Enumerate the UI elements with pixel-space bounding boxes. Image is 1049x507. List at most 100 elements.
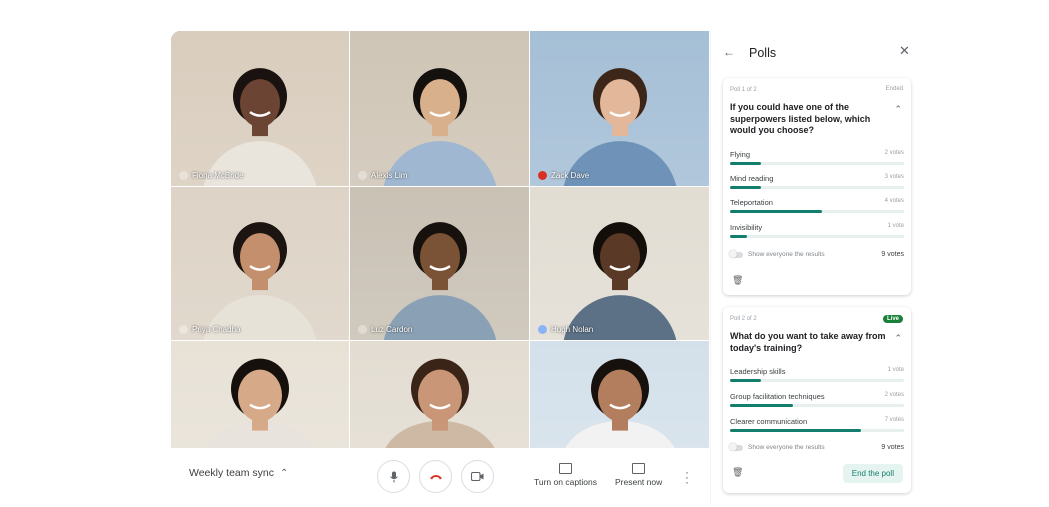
poll-option: Teleportation 4 votes (730, 198, 904, 213)
poll-question: If you could have one of the superpowers… (730, 102, 871, 135)
poll-option-count: 3 votes (884, 174, 904, 180)
back-arrow-icon[interactable]: ← (723, 45, 735, 59)
poll-status-badge: Ended (885, 86, 903, 92)
result-bar-fill (730, 429, 861, 432)
result-bar-fill (730, 379, 762, 382)
participant-tile[interactable]: Luz Cardon (350, 187, 530, 341)
result-bar-fill (730, 235, 748, 238)
delete-icon[interactable]: 🗑 (732, 275, 743, 286)
participant-tile[interactable]: Priya Chadha (171, 187, 350, 341)
participant-name: Fiona McBride (192, 171, 244, 180)
result-bar-fill (730, 404, 793, 407)
result-bar-fill (730, 186, 762, 189)
captions-button[interactable]: Turn on captions (534, 463, 597, 487)
control-bar: Weekly team sync ⌃ Turn on captions Pres… (171, 449, 710, 503)
participant-video (563, 222, 676, 340)
poll-option-count: 7 votes (884, 417, 904, 423)
result-bar (730, 404, 904, 407)
poll-meta: Poll 2 of 2 (730, 316, 757, 322)
result-bar (730, 186, 904, 189)
participant-video (564, 358, 675, 448)
total-votes: 9 votes (881, 251, 904, 258)
participant-tile[interactable] (350, 341, 530, 449)
microphone-icon (389, 471, 398, 482)
result-bar (730, 235, 904, 238)
mic-muted-icon (538, 171, 547, 180)
poll-option-count: 2 votes (884, 392, 904, 398)
polls-panel: ← Polls ✕ Poll 1 of 2 Ended If you could… (710, 31, 919, 503)
result-bar (730, 210, 904, 213)
participant-nametag: Fiona McBride (179, 171, 244, 180)
result-bar (730, 162, 904, 165)
participant-video (384, 358, 495, 448)
participant-nametag: Alexis Lim (358, 171, 407, 180)
poll-option-label: Invisibility (730, 223, 763, 232)
participant-nametag: Zack Dave (538, 171, 589, 180)
participant-name: Luz Cardon (371, 325, 413, 334)
leave-call-button[interactable] (419, 460, 452, 493)
meet-app: Fiona McBride Alexis Lim Zack Dave Priya Ch… (171, 31, 919, 503)
poll-option-label: Group facilitation techniques (730, 392, 825, 401)
mic-status-icon (538, 325, 547, 334)
participant-tile[interactable] (530, 341, 710, 449)
show-results-toggle[interactable] (729, 443, 743, 451)
participant-video (205, 358, 315, 448)
meeting-title: Weekly team sync (189, 467, 274, 479)
participant-tile[interactable]: Zack Dave (530, 31, 710, 187)
participant-name: Priya Chadha (192, 325, 241, 334)
result-bar (730, 429, 904, 432)
mic-status-icon (179, 171, 188, 180)
participant-nametag: Luz Cardon (358, 325, 412, 334)
poll-card: Poll 1 of 2 Ended If you could have one … (723, 78, 911, 295)
panel-header: ← Polls ✕ (711, 31, 919, 75)
close-icon[interactable]: ✕ (899, 43, 910, 59)
poll-option: Clearer communication 7 votes (730, 417, 904, 432)
chevron-up-icon[interactable]: ⌃ (894, 104, 902, 115)
poll-option: Group facilitation techniques 2 votes (730, 392, 904, 407)
poll-option-label: Mind reading (730, 174, 774, 183)
participant-tile[interactable]: Hugh Nolan (530, 187, 710, 341)
present-screen-icon (632, 463, 646, 474)
more-options-icon[interactable]: · · · (685, 466, 689, 488)
present-label: Present now (615, 477, 663, 487)
poll-option-label: Clearer communication (730, 417, 808, 426)
poll-meta: Poll 1 of 2 (730, 87, 757, 93)
poll-option-count: 1 vote (887, 367, 904, 373)
poll-option: Mind reading 3 votes (730, 174, 904, 189)
total-votes: 9 votes (881, 444, 904, 451)
result-bar-fill (730, 162, 762, 165)
poll-option-label: Teleportation (730, 198, 773, 207)
microphone-button[interactable] (377, 460, 410, 493)
participant-tile[interactable]: Alexis Lim (350, 31, 530, 187)
poll-option-label: Flying (730, 150, 751, 159)
participant-name: Alexis Lim (371, 171, 408, 180)
poll-question: What do you want to take away from today… (730, 331, 886, 353)
camera-button[interactable] (461, 460, 494, 493)
chevron-up-icon[interactable]: ⌃ (894, 333, 902, 344)
show-results-toggle[interactable] (729, 250, 743, 258)
participant-nametag: Hugh Nolan (538, 325, 593, 334)
participant-tile[interactable] (171, 341, 350, 449)
poll-option: Flying 2 votes (730, 150, 904, 165)
meeting-details-button[interactable]: Weekly team sync ⌃ (189, 467, 288, 479)
show-results-toggle-row: Show everyone the results 9 votes (729, 443, 904, 451)
participant-video (563, 68, 676, 186)
poll-option-count: 2 votes (884, 150, 904, 156)
mic-status-icon (358, 325, 367, 334)
participant-name: Zack Dave (551, 171, 590, 180)
participant-nametag: Priya Chadha (179, 325, 240, 334)
poll-card: Poll 2 of 2 Live What do you want to tak… (723, 307, 911, 493)
mic-status-icon (179, 325, 188, 334)
captions-icon (559, 463, 572, 474)
participant-tile[interactable]: Fiona McBride (171, 31, 350, 187)
participant-name: Hugh Nolan (551, 325, 594, 334)
participant-video (203, 222, 317, 340)
show-results-toggle-row: Show everyone the results 9 votes (729, 250, 904, 258)
end-poll-button[interactable]: End the poll (842, 464, 903, 483)
poll-option-label: Leadership skills (730, 367, 786, 376)
delete-icon[interactable]: 🗑 (732, 467, 743, 478)
participant-video (203, 68, 317, 186)
present-button[interactable]: Present now (615, 463, 662, 487)
poll-option: Invisibility 1 vote (730, 223, 904, 238)
poll-option: Leadership skills 1 vote (730, 367, 904, 382)
